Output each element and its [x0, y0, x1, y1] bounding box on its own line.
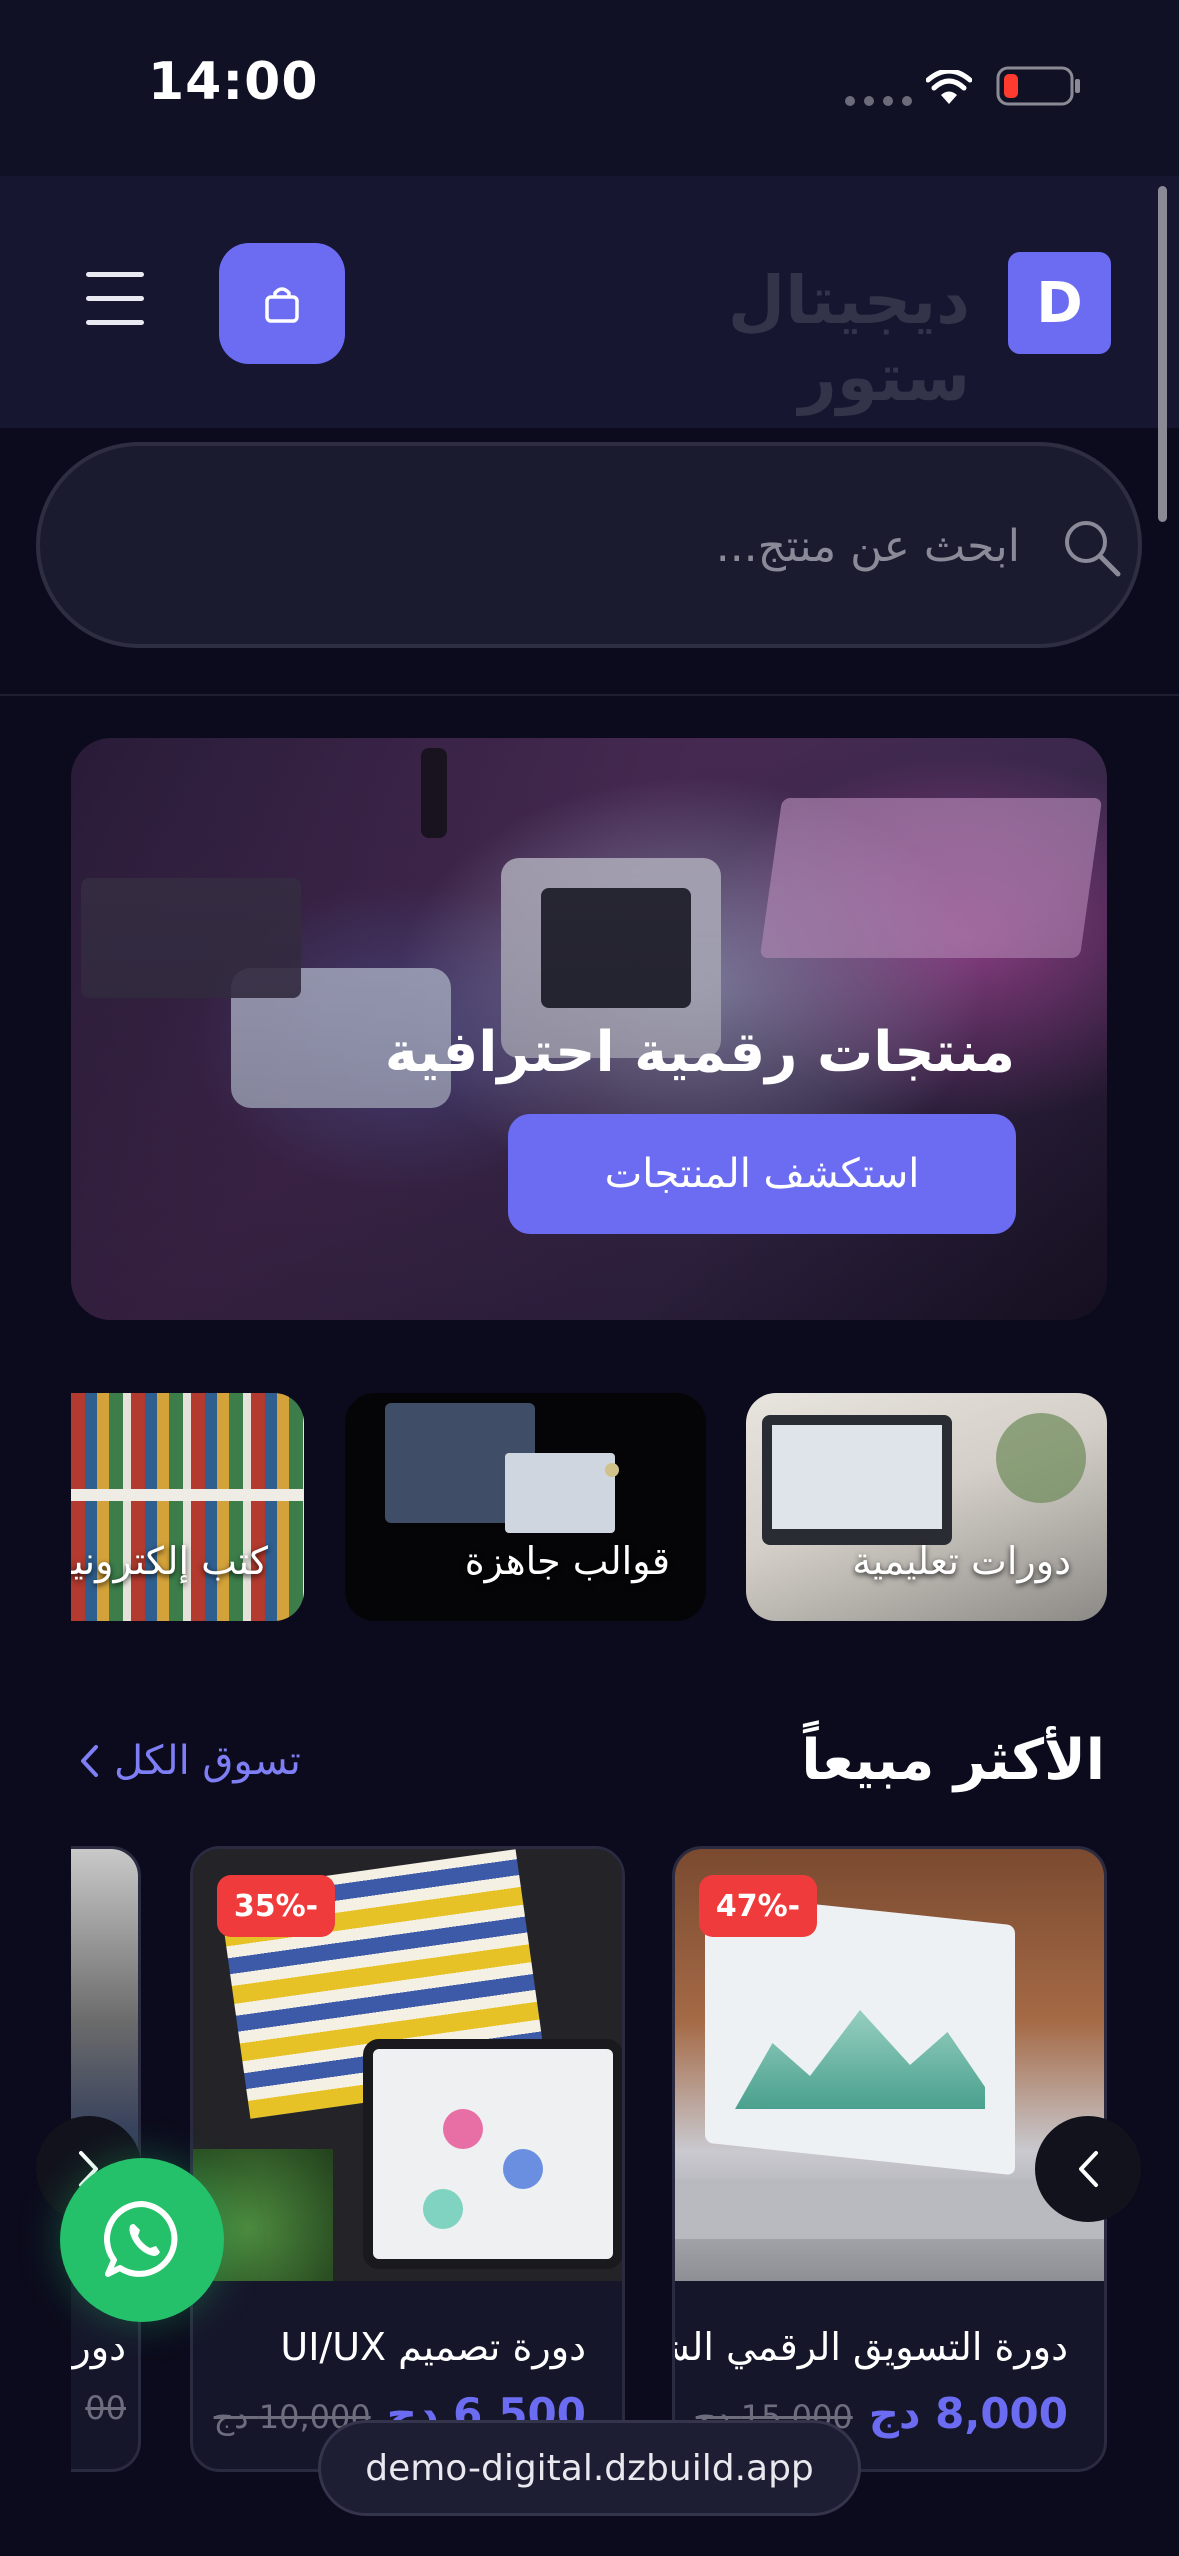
product-card[interactable]: 35%- دورة تصميم UI/UX 6,500 دج 10,000 دج [190, 1846, 625, 2472]
carousel-next-button[interactable] [1035, 2116, 1141, 2222]
product-name: دورة تصميم UI/UX [280, 2325, 586, 2369]
search-bar[interactable] [36, 442, 1142, 648]
old-price: 00 [85, 2389, 126, 2427]
whatsapp-icon [104, 2201, 178, 2277]
category-label: قوالب جاهزة [464, 1539, 670, 1583]
menu-button[interactable] [86, 272, 148, 325]
hero-title: منتجات رقمية احترافية [384, 1020, 1015, 1085]
current-price: 8,000 دج [868, 2389, 1068, 2438]
shop-all-label: تسوق الكل [114, 1738, 301, 1784]
product-name: دورة التسويق الرقمي الشاملة [675, 2325, 1068, 2369]
search-input[interactable] [120, 514, 1020, 578]
status-bar: 14:00 [0, 0, 1179, 176]
chevron-left-icon [1079, 2151, 1098, 2187]
section-title: الأكثر مبيعاً [801, 1728, 1105, 1793]
product-price: 00 [85, 2389, 126, 2427]
scrollbar[interactable] [1158, 186, 1167, 522]
product-name: دورة [71, 2325, 126, 2369]
category-label: كتب إلكترونية [71, 1539, 268, 1583]
explore-products-button[interactable]: استكشف المنتجات [508, 1114, 1016, 1234]
shopping-bag-icon [265, 286, 299, 323]
divider [0, 694, 1179, 696]
brand-logo[interactable]: D [1008, 252, 1111, 354]
hamburger-menu-icon [86, 272, 144, 277]
battery-icon [996, 66, 1080, 106]
category-card-templates[interactable]: قوالب جاهزة [345, 1393, 706, 1621]
chevron-left-icon [81, 1745, 98, 1777]
category-card-ebooks[interactable]: كتب إلكترونية [71, 1393, 304, 1621]
category-label: دورات تعليمية [852, 1539, 1071, 1583]
discount-badge: 35%- [217, 1875, 335, 1937]
wifi-icon [926, 70, 972, 104]
hero-banner: منتجات رقمية احترافية استكشف المنتجات [71, 738, 1107, 1320]
discount-badge: 47%- [699, 1875, 817, 1937]
brand-name[interactable]: ديجيتال ستور [540, 262, 970, 416]
whatsapp-button[interactable] [60, 2158, 224, 2322]
search-icon[interactable] [1062, 518, 1124, 580]
category-card-courses[interactable]: دورات تعليمية [746, 1393, 1107, 1621]
signal-icon [845, 96, 912, 106]
shop-all-link[interactable]: تسوق الكل [78, 1738, 301, 1784]
status-time: 14:00 [148, 52, 319, 112]
cart-button[interactable] [219, 243, 345, 364]
browser-url-bar[interactable]: demo-digital.dzbuild.app [318, 2420, 861, 2516]
